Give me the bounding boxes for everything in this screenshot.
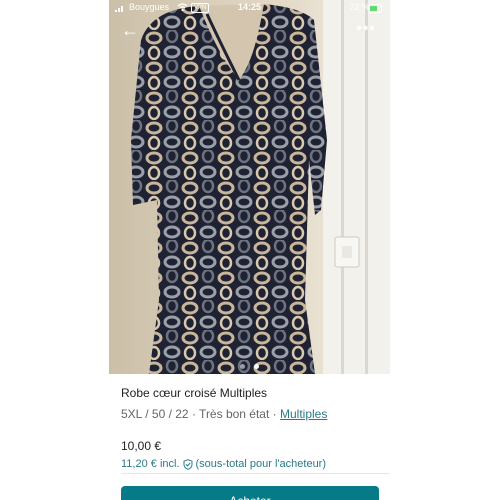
buy-button[interactable]: Acheter	[121, 486, 379, 500]
battery-percent: 72 %	[349, 2, 370, 12]
status-time: 14:25	[237, 2, 262, 12]
phone-screen: Bouygues VPN 14:25 72 % ← ••• Robe cœur …	[109, 0, 390, 500]
divider	[121, 473, 390, 474]
product-photo[interactable]	[109, 0, 390, 374]
price-incl-text: 11,20 € incl.	[121, 458, 180, 470]
listing-info: Robe cœur croisé Multiples 5XL / 50 / 22…	[121, 386, 380, 470]
item-price: 10,00 €	[121, 439, 162, 453]
photo-pagination	[109, 356, 390, 374]
listing-meta: 5XL / 50 / 22 · Très bon état · Multiple…	[121, 407, 380, 421]
pagination-dot-active[interactable]	[253, 364, 259, 369]
dress-photo-image	[109, 0, 390, 374]
back-arrow-icon[interactable]: ←	[121, 20, 139, 41]
size-condition-text: 5XL / 50 / 22 · Très bon état ·	[121, 407, 277, 421]
buyer-protection-line[interactable]: 11,20 € incl. (sous-total pour l'acheteu…	[121, 458, 380, 470]
more-options-icon[interactable]: •••	[356, 20, 376, 38]
protection-note: (sous-total pour l'acheteur)	[195, 458, 327, 470]
listing-title: Robe cœur croisé Multiples	[121, 386, 268, 400]
battery-icon	[368, 4, 382, 13]
shield-check-icon	[183, 458, 193, 470]
status-bar: Bouygues VPN 14:25 72 %	[109, 0, 390, 16]
brand-link[interactable]: Multiples	[280, 407, 327, 421]
pagination-dot[interactable]	[240, 364, 246, 369]
